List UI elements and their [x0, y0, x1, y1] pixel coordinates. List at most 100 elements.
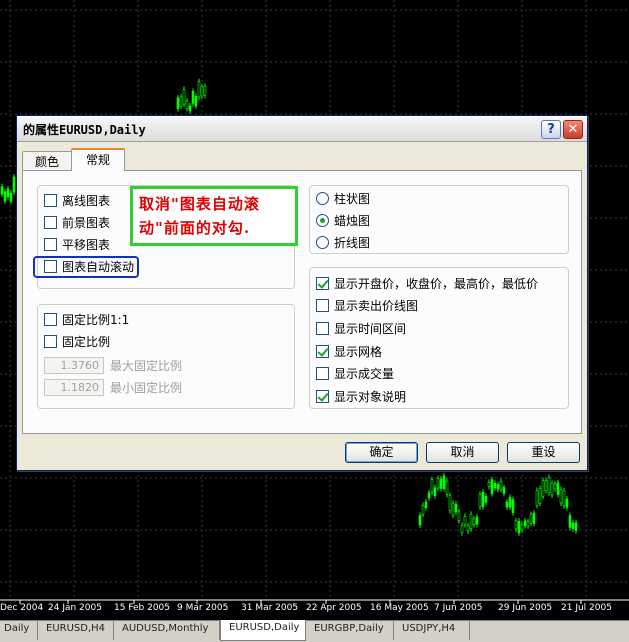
cancel-button[interactable]: 取消	[426, 442, 499, 463]
option-label: 显示卖出价线图	[334, 298, 419, 313]
show-period-separators-checkbox[interactable]	[316, 321, 329, 335]
date-tick-label: 21 Jul 2005	[561, 603, 612, 613]
close-button[interactable]: ✕	[563, 120, 583, 139]
candle-body	[571, 522, 575, 530]
close-icon: ✕	[567, 122, 579, 137]
candle-body	[457, 511, 461, 522]
candle-body	[574, 522, 578, 531]
candle-body	[188, 105, 192, 112]
candle-body	[499, 481, 503, 490]
fixed-scale-1to1-option[interactable]: 固定比例1:1	[44, 310, 129, 328]
candle-body	[454, 503, 458, 513]
tab-colors[interactable]: 颜色	[22, 151, 72, 170]
show-object-descriptions-option[interactable]: 显示对象说明	[316, 387, 406, 405]
autoscroll-highlight-box	[33, 256, 139, 278]
candle-body	[508, 497, 512, 508]
candle-body	[197, 81, 201, 98]
candle-body	[442, 475, 446, 489]
general-tab-panel: 离线图表 前景图表 平移图表 图表自动滚动 固定比例1:1 固定比例 1.376…	[22, 170, 582, 434]
candle-body	[493, 482, 497, 489]
candlestick-radio[interactable]	[316, 213, 329, 227]
show-ohlc-checkbox[interactable]	[316, 276, 329, 290]
line-chart-radio[interactable]	[316, 235, 329, 249]
chart-shift-checkbox[interactable]	[44, 237, 57, 251]
show-grid-option[interactable]: 显示网格	[316, 342, 382, 360]
min-scale-input[interactable]: 1.1820	[44, 378, 104, 396]
bar-chart-radio[interactable]	[316, 191, 329, 205]
candle-body	[472, 518, 476, 525]
offline-chart-checkbox[interactable]	[44, 193, 57, 207]
candle-body	[562, 490, 566, 506]
dialog-titlebar[interactable]: 的属性EURUSD,Daily ? ✕	[17, 116, 587, 142]
candle-body	[451, 502, 455, 516]
help-icon: ?	[547, 122, 555, 137]
candle-body	[505, 501, 509, 508]
candle-body	[421, 505, 425, 515]
show-volume-checkbox[interactable]	[316, 366, 329, 380]
candle-body	[439, 478, 443, 489]
chart-tab[interactable]: USDJPY,H4	[394, 621, 470, 640]
show-period-separators-option[interactable]: 显示时间区间	[316, 319, 406, 337]
candle-body	[3, 191, 7, 202]
line-chart-option[interactable]: 折线图	[316, 233, 370, 251]
fixed-scale-checkbox[interactable]	[44, 334, 57, 348]
chart-tab[interactable]: EURGBP,Daily	[306, 621, 394, 640]
max-scale-input[interactable]: 1.3760	[44, 356, 104, 374]
candle-body	[176, 97, 180, 109]
option-label: 离线图表	[62, 193, 111, 208]
candle-body	[433, 487, 437, 497]
date-tick-label: 7 Jun 2005	[434, 603, 483, 613]
date-tick-label: 24 Jan 2005	[48, 603, 102, 613]
max-scale-row: 1.3760 最大固定比例	[44, 356, 182, 374]
candle-body	[547, 477, 551, 494]
candle-body	[556, 482, 560, 495]
show-object-descriptions-checkbox[interactable]	[316, 389, 329, 403]
ok-button[interactable]: 确定	[345, 442, 418, 463]
show-volume-option[interactable]: 显示成交量	[316, 364, 394, 382]
candle-body	[568, 515, 572, 528]
display-options-group: 显示开盘价，收盘价，最高价，最低价 显示卖出价线图 显示时间区间 显示网格 显示…	[309, 267, 569, 409]
show-ask-line-checkbox[interactable]	[316, 298, 329, 312]
candle-body	[185, 100, 189, 109]
reset-button[interactable]: 重设	[507, 442, 580, 463]
show-ohlc-option[interactable]: 显示开盘价，收盘价，最高价，最低价	[316, 274, 538, 292]
foreground-chart-option[interactable]: 前景图表	[44, 213, 110, 231]
candle-body	[487, 482, 491, 487]
candle-body	[0, 186, 4, 195]
chart-tab[interactable]: AUDUSD,Monthly	[114, 621, 220, 640]
foreground-chart-checkbox[interactable]	[44, 215, 57, 229]
candle-body	[424, 501, 428, 508]
candle-body	[445, 480, 449, 495]
chart-tab[interactable]: EURUSD,H4	[38, 621, 114, 640]
option-label: 平移图表	[62, 237, 111, 252]
help-button[interactable]: ?	[541, 120, 561, 139]
candlestick-option[interactable]: 蜡烛图	[316, 211, 370, 229]
show-grid-checkbox[interactable]	[316, 344, 329, 358]
fixed-scale-1to1-checkbox[interactable]	[44, 312, 57, 326]
chart-tab-active[interactable]: EURUSD,Daily	[220, 620, 306, 641]
option-label: 蜡烛图	[334, 213, 371, 228]
candle-body	[469, 513, 473, 530]
tab-general[interactable]: 常规	[71, 148, 125, 171]
scale-options-group: 固定比例1:1 固定比例 1.3760 最大固定比例 1.1820 最小固定比例	[37, 304, 295, 409]
offline-chart-option[interactable]: 离线图表	[44, 191, 110, 209]
candle-body	[517, 520, 521, 534]
candle-body	[496, 484, 500, 490]
option-label: 固定比例	[62, 334, 111, 349]
option-label: 固定比例1:1	[62, 312, 130, 327]
candle-body	[559, 489, 563, 504]
show-ask-line-option[interactable]: 显示卖出价线图	[316, 296, 418, 314]
min-scale-label: 最小固定比例	[110, 380, 183, 395]
bar-chart-option[interactable]: 柱状图	[316, 189, 370, 207]
candle-body	[179, 96, 183, 107]
chart-tab[interactable]: Daily	[0, 621, 38, 640]
chart-shift-option[interactable]: 平移图表	[44, 235, 110, 253]
candle-body	[538, 488, 542, 504]
max-scale-label: 最大固定比例	[110, 358, 183, 373]
callout-line-2: 动"前面的对勾.	[139, 219, 251, 237]
date-tick-label: 29 Jun 2005	[498, 603, 553, 613]
candle-body	[523, 520, 527, 526]
fixed-scale-option[interactable]: 固定比例	[44, 332, 110, 350]
candle-body	[541, 480, 545, 497]
candle-body	[553, 483, 557, 490]
